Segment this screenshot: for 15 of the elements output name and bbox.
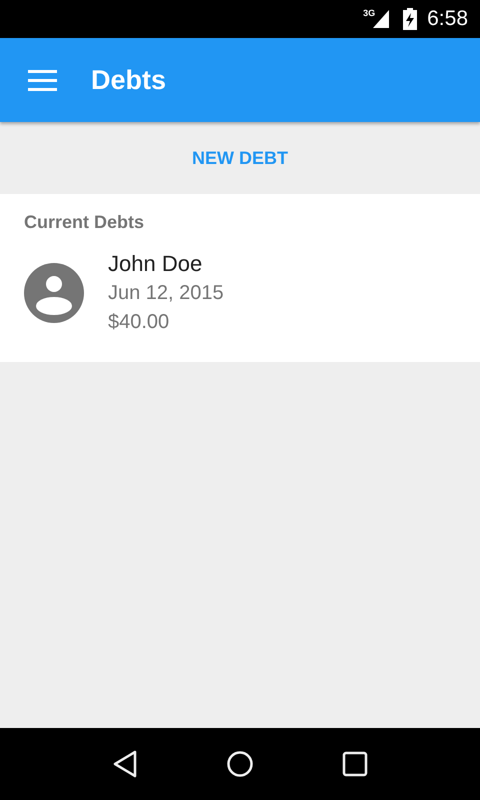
clock-time: 6:58 xyxy=(427,7,468,31)
person-avatar-icon xyxy=(24,263,84,323)
menu-icon[interactable] xyxy=(28,70,57,90)
screen-title: Debts xyxy=(91,64,166,96)
back-icon[interactable] xyxy=(112,750,138,778)
debt-amount: $40.00 xyxy=(108,310,170,335)
section-heading: Current Debts xyxy=(23,211,146,233)
debtor-name: John Doe xyxy=(108,250,204,278)
debt-list-item[interactable]: John Doe Jun 12, 2015 $40.00 xyxy=(0,233,480,337)
battery-charging-icon xyxy=(403,8,418,30)
network-type-label: 3G xyxy=(363,8,376,18)
recents-icon[interactable] xyxy=(342,751,368,777)
home-icon[interactable] xyxy=(226,750,254,778)
debt-date: Jun 12, 2015 xyxy=(108,281,224,306)
signal-icon xyxy=(373,10,390,28)
